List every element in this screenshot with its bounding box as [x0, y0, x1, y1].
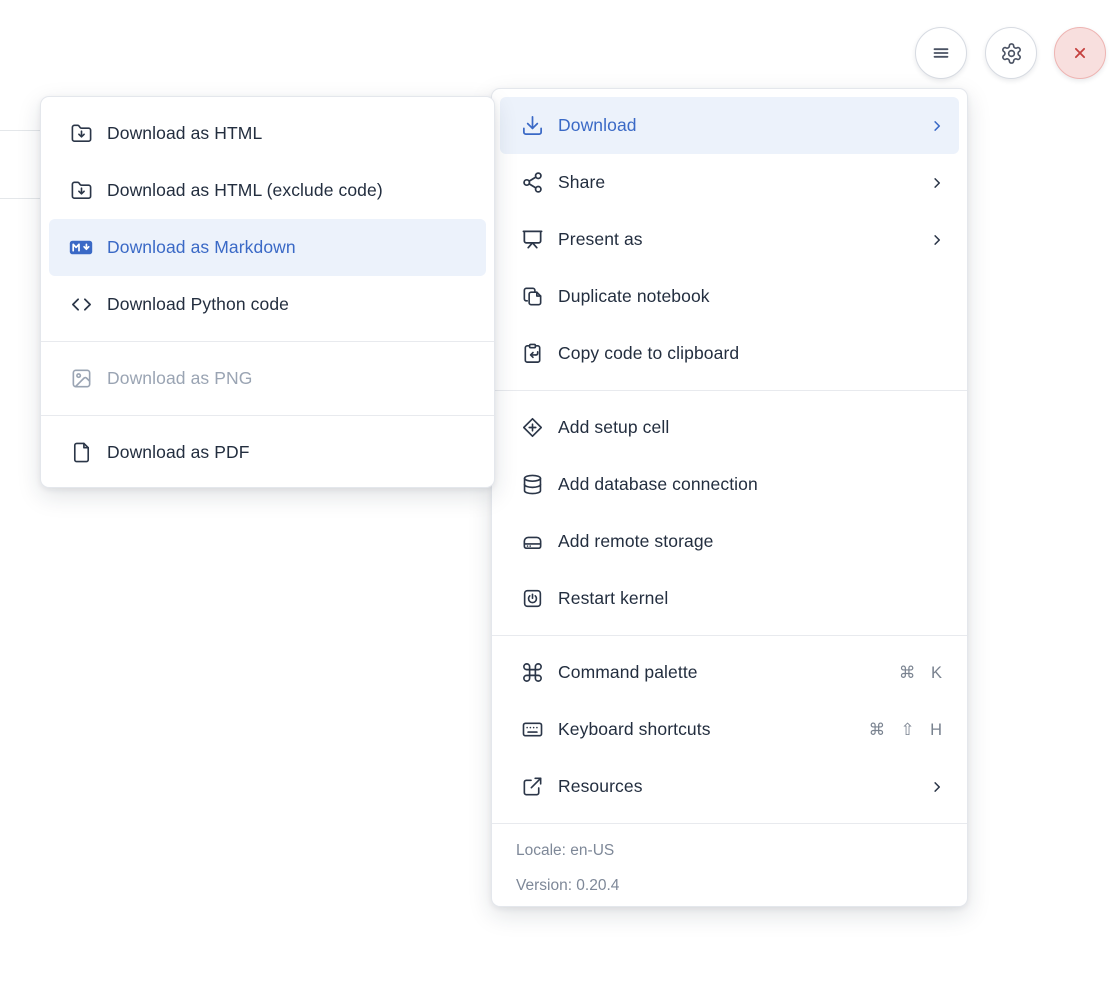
duplicate-icon — [520, 285, 544, 309]
hard-drive-icon — [520, 530, 544, 554]
menu-item-label: Resources — [558, 776, 914, 797]
submenu-item-download-markdown[interactable]: Download as Markdown — [49, 219, 486, 276]
settings-button[interactable] — [985, 27, 1037, 79]
menu-item-label: Add database connection — [558, 474, 946, 495]
menu-item-duplicate-notebook[interactable]: Duplicate notebook — [500, 268, 959, 325]
menu-item-share[interactable]: Share — [500, 154, 959, 211]
markdown-icon — [69, 236, 93, 260]
background-rule — [0, 198, 40, 199]
background-rule — [0, 130, 40, 131]
image-icon — [69, 367, 93, 391]
menu-item-resources[interactable]: Resources — [500, 758, 959, 815]
power-square-icon — [520, 587, 544, 611]
presentation-icon — [520, 228, 544, 252]
menu-item-label: Download Python code — [107, 294, 473, 315]
notebook-menu: Download Share Present as Duplicate note… — [491, 88, 968, 907]
menu-item-label: Download as PNG — [107, 368, 473, 389]
share-icon — [520, 171, 544, 195]
keyboard-shortcut: ⌘ ⇧ H — [869, 720, 946, 740]
menu-item-add-remote-storage[interactable]: Add remote storage — [500, 513, 959, 570]
command-icon — [520, 661, 544, 685]
menu-item-restart-kernel[interactable]: Restart kernel — [500, 570, 959, 627]
menu-item-label: Command palette — [558, 662, 885, 683]
menu-item-label: Add setup cell — [558, 417, 946, 438]
close-icon — [1069, 42, 1091, 64]
menu-item-label: Restart kernel — [558, 588, 946, 609]
menu-item-label: Download — [558, 115, 914, 136]
download-submenu: Download as HTML Download as HTML (exclu… — [40, 96, 495, 488]
menu-item-label: Download as HTML (exclude code) — [107, 180, 473, 201]
submenu-item-download-python-code[interactable]: Download Python code — [49, 276, 486, 333]
menu-item-label: Keyboard shortcuts — [558, 719, 855, 740]
chevron-right-icon — [928, 174, 946, 192]
keyboard-icon — [520, 718, 544, 742]
menu-item-keyboard-shortcuts[interactable]: Keyboard shortcuts ⌘ ⇧ H — [500, 701, 959, 758]
submenu-item-download-html[interactable]: Download as HTML — [49, 105, 486, 162]
menu-item-download[interactable]: Download — [500, 97, 959, 154]
menu-toggle-button[interactable] — [915, 27, 967, 79]
code-icon — [69, 293, 93, 317]
menu-footer: Locale: en-US Version: 0.20.4 — [492, 824, 967, 909]
menu-item-add-setup-cell[interactable]: Add setup cell — [500, 399, 959, 456]
menu-item-command-palette[interactable]: Command palette ⌘ K — [500, 644, 959, 701]
menu-item-label: Share — [558, 172, 914, 193]
menu-item-label: Download as HTML — [107, 123, 473, 144]
shutdown-button[interactable] — [1054, 27, 1106, 79]
menu-item-label: Download as Markdown — [107, 237, 473, 258]
chevron-right-icon — [928, 117, 946, 135]
clipboard-copy-icon — [520, 342, 544, 366]
menu-item-copy-code[interactable]: Copy code to clipboard — [500, 325, 959, 382]
menu-item-present-as[interactable]: Present as — [500, 211, 959, 268]
database-icon — [520, 473, 544, 497]
chevron-right-icon — [928, 778, 946, 796]
submenu-item-download-pdf[interactable]: Download as PDF — [49, 424, 486, 481]
submenu-item-download-png[interactable]: Download as PNG — [49, 350, 486, 407]
gear-icon — [1000, 42, 1023, 65]
file-icon — [69, 441, 93, 465]
hamburger-icon — [929, 41, 953, 65]
menu-item-label: Duplicate notebook — [558, 286, 946, 307]
diamond-plus-icon — [520, 416, 544, 440]
folder-download-icon — [69, 179, 93, 203]
menu-item-label: Download as PDF — [107, 442, 473, 463]
external-link-icon — [520, 775, 544, 799]
version-text: Version: 0.20.4 — [492, 868, 967, 903]
menu-item-add-database-connection[interactable]: Add database connection — [500, 456, 959, 513]
submenu-item-download-html-exclude-code[interactable]: Download as HTML (exclude code) — [49, 162, 486, 219]
folder-download-icon — [69, 122, 93, 146]
download-icon — [520, 114, 544, 138]
locale-text: Locale: en-US — [492, 833, 967, 868]
chevron-right-icon — [928, 231, 946, 249]
menu-item-label: Present as — [558, 229, 914, 250]
menu-item-label: Copy code to clipboard — [558, 343, 946, 364]
keyboard-shortcut: ⌘ K — [899, 663, 946, 683]
menu-item-label: Add remote storage — [558, 531, 946, 552]
